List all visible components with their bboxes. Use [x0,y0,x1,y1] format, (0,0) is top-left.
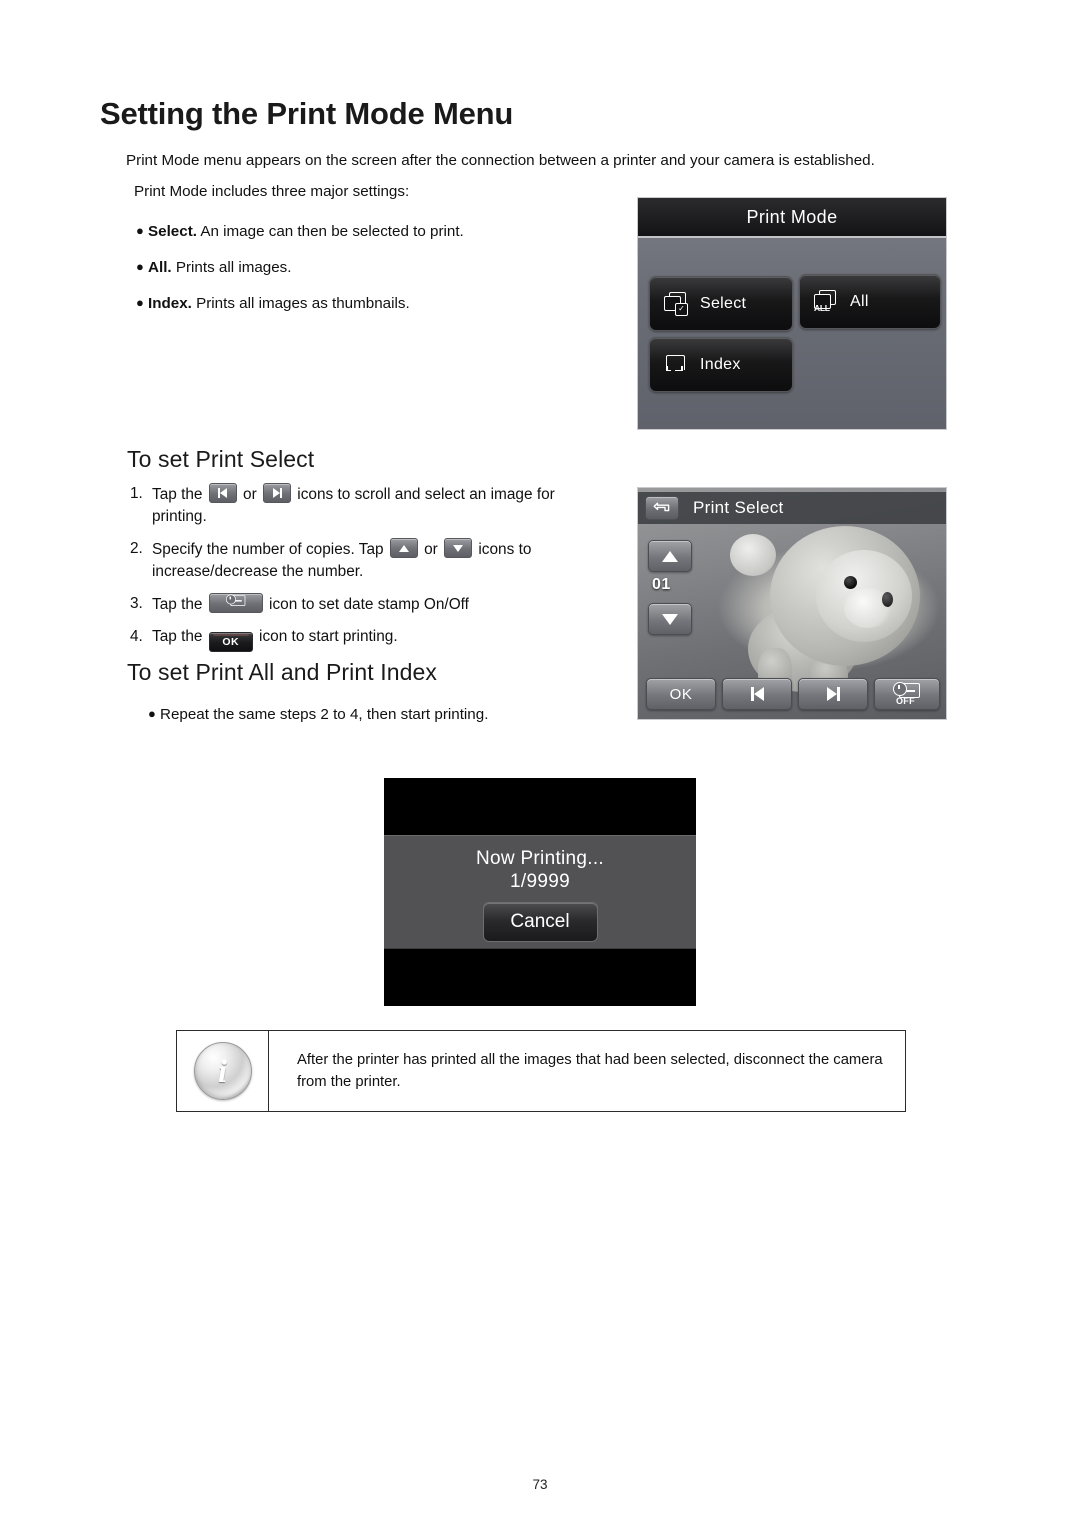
step-text-part: Tap the [152,628,207,645]
print-mode-screen-figure: Print Mode ✓ Select ALL All Index [637,197,947,430]
print-select-next-button[interactable] [798,678,868,710]
step-text-part: icon to set date stamp On/Off [264,596,469,613]
now-printing-progress: 1/9999 [510,871,570,892]
list-item: ● Index. Prints all images as thumbnails. [136,294,606,314]
copy-count-value: 01 [652,576,671,593]
print-mode-titlebar: Print Mode [638,198,946,238]
print-mode-select-label: Select [700,294,747,312]
step-item: 2. Specify the number of copies. Tap or … [130,538,600,583]
info-note-box: i After the printer has printed all the … [176,1030,906,1112]
settings-bullet-list: ● Select. An image can then be selected t… [136,222,606,329]
arrow-up-icon [662,550,678,562]
print-mode-select-button[interactable]: ✓ Select [649,276,793,331]
prev-image-icon [750,687,764,701]
page-title: Setting the Print Mode Menu [100,96,514,131]
step-text-part: Tap the [152,596,207,613]
bullet-dot-icon: ● [148,706,156,721]
step-text-part: or [419,541,443,558]
photo-toy-eye [882,592,893,607]
increase-copies-button[interactable] [648,540,692,572]
step-number: 4. [130,628,143,645]
step-text: Tap the icon to set date stamp On/Off [152,593,600,616]
pages-check-icon: ✓ [664,291,688,316]
note-icon-cell: i [177,1031,269,1111]
bullet-term: All. [148,258,172,276]
ok-icon: OK [208,632,253,652]
repeat-instruction: ● Repeat the same steps 2 to 4, then star… [148,706,488,723]
step-item: 1. Tap the or icons to scroll and select… [130,483,600,528]
bullet-term: Select. [148,223,197,240]
print-mode-all-button[interactable]: ALL All [799,274,941,329]
bullet-description: An image can then be selected to print. [196,223,464,240]
print-select-screen-figure: Print Select 01 OK OFF [637,487,947,720]
bullet-description: Prints all images. [171,258,292,276]
repeat-instruction-text: Repeat the same steps 2 to 4, then start… [160,706,489,723]
step-number: 3. [130,595,143,612]
print-select-ok-button[interactable]: OK [646,678,716,710]
step-text-part: Tap the [152,486,207,503]
section-heading-print-all-index: To set Print All and Print Index [127,659,438,685]
list-item: ● Select. An image can then be selected t… [136,222,606,242]
step-text: Specify the number of copies. Tap or ico… [152,538,600,583]
cancel-button[interactable]: Cancel [482,902,598,942]
step-text-part: icon to start printing. [254,628,398,645]
prev-image-icon [208,483,237,503]
print-select-title: Print Select [693,498,784,517]
step-item: 3. Tap the icon to set date stamp On/Off [130,593,600,616]
now-printing-status: Now Printing... [475,848,605,869]
list-item: ● All. Prints all images. [136,258,606,278]
print-select-titlebar: Print Select [638,492,946,524]
step-item: 4. Tap the OK icon to start printing. [130,626,600,652]
bullet-term: Index. [148,294,192,312]
step-number: 2. [130,540,143,557]
next-image-icon [826,687,840,701]
date-stamp-state-label: OFF [896,696,915,706]
info-icon: i [193,1042,252,1100]
back-arrow-icon[interactable] [645,496,679,520]
step-text-part: or [238,486,262,503]
print-select-date-stamp-button[interactable]: OFF [874,678,940,710]
print-mode-title: Print Mode [746,206,838,227]
photo-toy-eye [844,576,857,589]
next-image-icon [263,483,292,503]
date-stamp-icon [208,593,263,613]
arrow-down-icon [662,613,678,625]
step-text-part: Specify the number of copies. Tap [152,541,388,558]
date-stamp-off-icon: OFF [892,682,922,706]
photo-flower-detail [730,534,776,576]
step-text: Tap the OK icon to start printing. [152,626,600,652]
intro-paragraph-2: Print Mode includes three major settings… [134,183,410,200]
now-printing-dialog: Now Printing... 1/9999 Cancel [384,835,696,949]
decrease-copies-icon [444,538,473,558]
print-select-steps: 1. Tap the or icons to scroll and select… [130,483,600,662]
bullet-dot-icon: ● [136,223,144,238]
print-mode-index-button[interactable]: Index [649,337,793,392]
pages-all-icon: ALL [814,289,838,314]
step-text: Tap the or icons to scroll and select an… [152,483,600,528]
step-number: 1. [130,485,143,502]
page-number: 73 [532,1477,548,1492]
index-frame-icon [664,354,688,376]
increase-copies-icon [389,538,418,558]
note-text: After the printer has printed all the im… [297,1051,883,1090]
print-mode-all-label: All [850,292,869,310]
intro-paragraph-1: Print Mode menu appears on the screen af… [126,152,875,169]
now-printing-screen-figure: Now Printing... 1/9999 Cancel [384,778,696,1006]
bullet-description: Prints all images as thumbnails. [191,294,410,312]
bullet-dot-icon: ● [136,294,144,310]
decrease-copies-button[interactable] [648,603,692,635]
print-mode-index-label: Index [700,355,741,373]
note-text-cell: After the printer has printed all the im… [269,1031,905,1111]
bullet-dot-icon: ● [136,258,144,274]
document-page: Setting the Print Mode Menu Print Mode m… [0,0,1080,1527]
print-select-prev-button[interactable] [722,678,792,710]
section-heading-print-select: To set Print Select [127,446,315,472]
